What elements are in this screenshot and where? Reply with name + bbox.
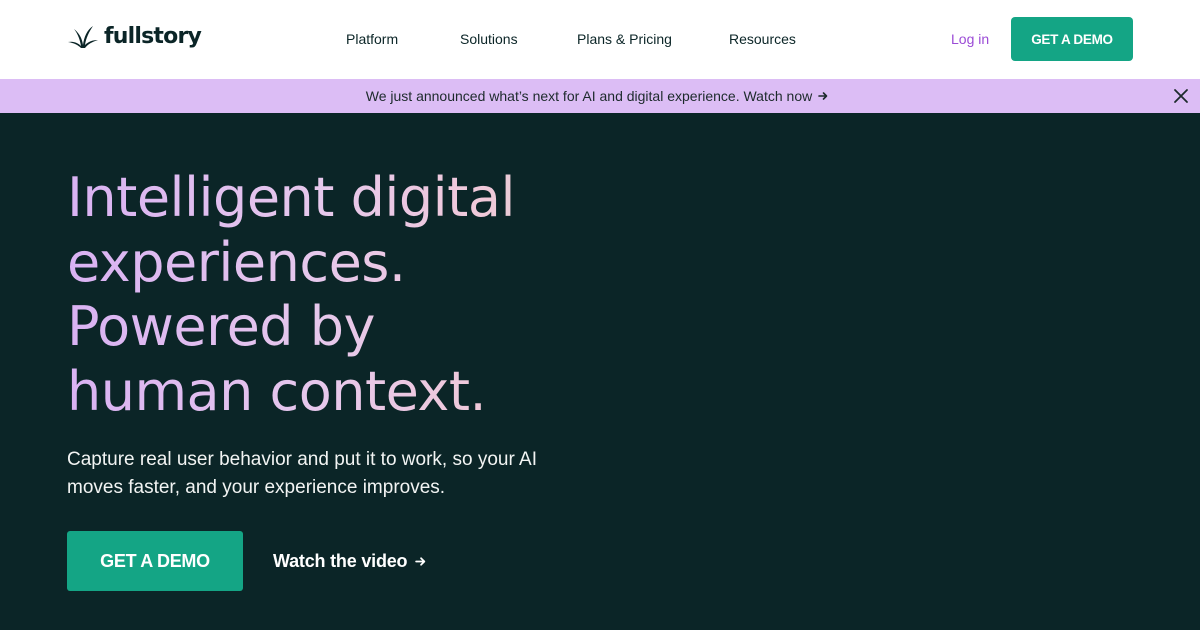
nav-item-plans-pricing[interactable]: Plans & Pricing [577, 30, 672, 48]
subtext-line: moves faster, and your experience improv… [67, 477, 446, 498]
nav-item-solutions[interactable]: Solutions [460, 30, 518, 48]
arrow-right-icon [818, 92, 828, 100]
logo-text: fullstory [104, 24, 202, 49]
announcement-banner: We just announced what’s next for AI and… [0, 79, 1200, 113]
close-icon[interactable] [1173, 88, 1189, 104]
header-get-demo-button[interactable]: GET A DEMO [1011, 17, 1133, 61]
site-header: fullstory Platform Solutions Plans & Pri… [0, 0, 1200, 79]
fullstory-logo[interactable]: fullstory [67, 24, 202, 50]
hero-headline: Intelligent digital experiences. Powered… [67, 166, 627, 424]
hero-get-demo-button[interactable]: GET A DEMO [67, 531, 243, 591]
headline-line: experiences. [67, 231, 627, 296]
announcement-link[interactable]: We just announced what’s next for AI and… [366, 87, 828, 105]
login-link[interactable]: Log in [951, 30, 989, 48]
watch-video-link[interactable]: Watch the video [273, 549, 426, 573]
headline-line: human context. [67, 360, 627, 425]
announcement-text: We just announced what’s next for AI and… [365, 88, 813, 104]
headline-line: Intelligent digital [67, 166, 627, 231]
nav-item-platform[interactable]: Platform [346, 30, 398, 48]
hero-section: Intelligent digital experiences. Powered… [0, 113, 1200, 630]
nav-item-resources[interactable]: Resources [729, 30, 796, 48]
subtext-line: Capture real user behavior and put it to… [67, 449, 537, 470]
fullstory-logo-icon [68, 26, 98, 48]
hero-subtext: Capture real user behavior and put it to… [67, 446, 607, 502]
headline-line: Powered by [67, 295, 627, 360]
watch-video-label: Watch the video [273, 551, 408, 571]
arrow-right-icon [415, 556, 426, 566]
